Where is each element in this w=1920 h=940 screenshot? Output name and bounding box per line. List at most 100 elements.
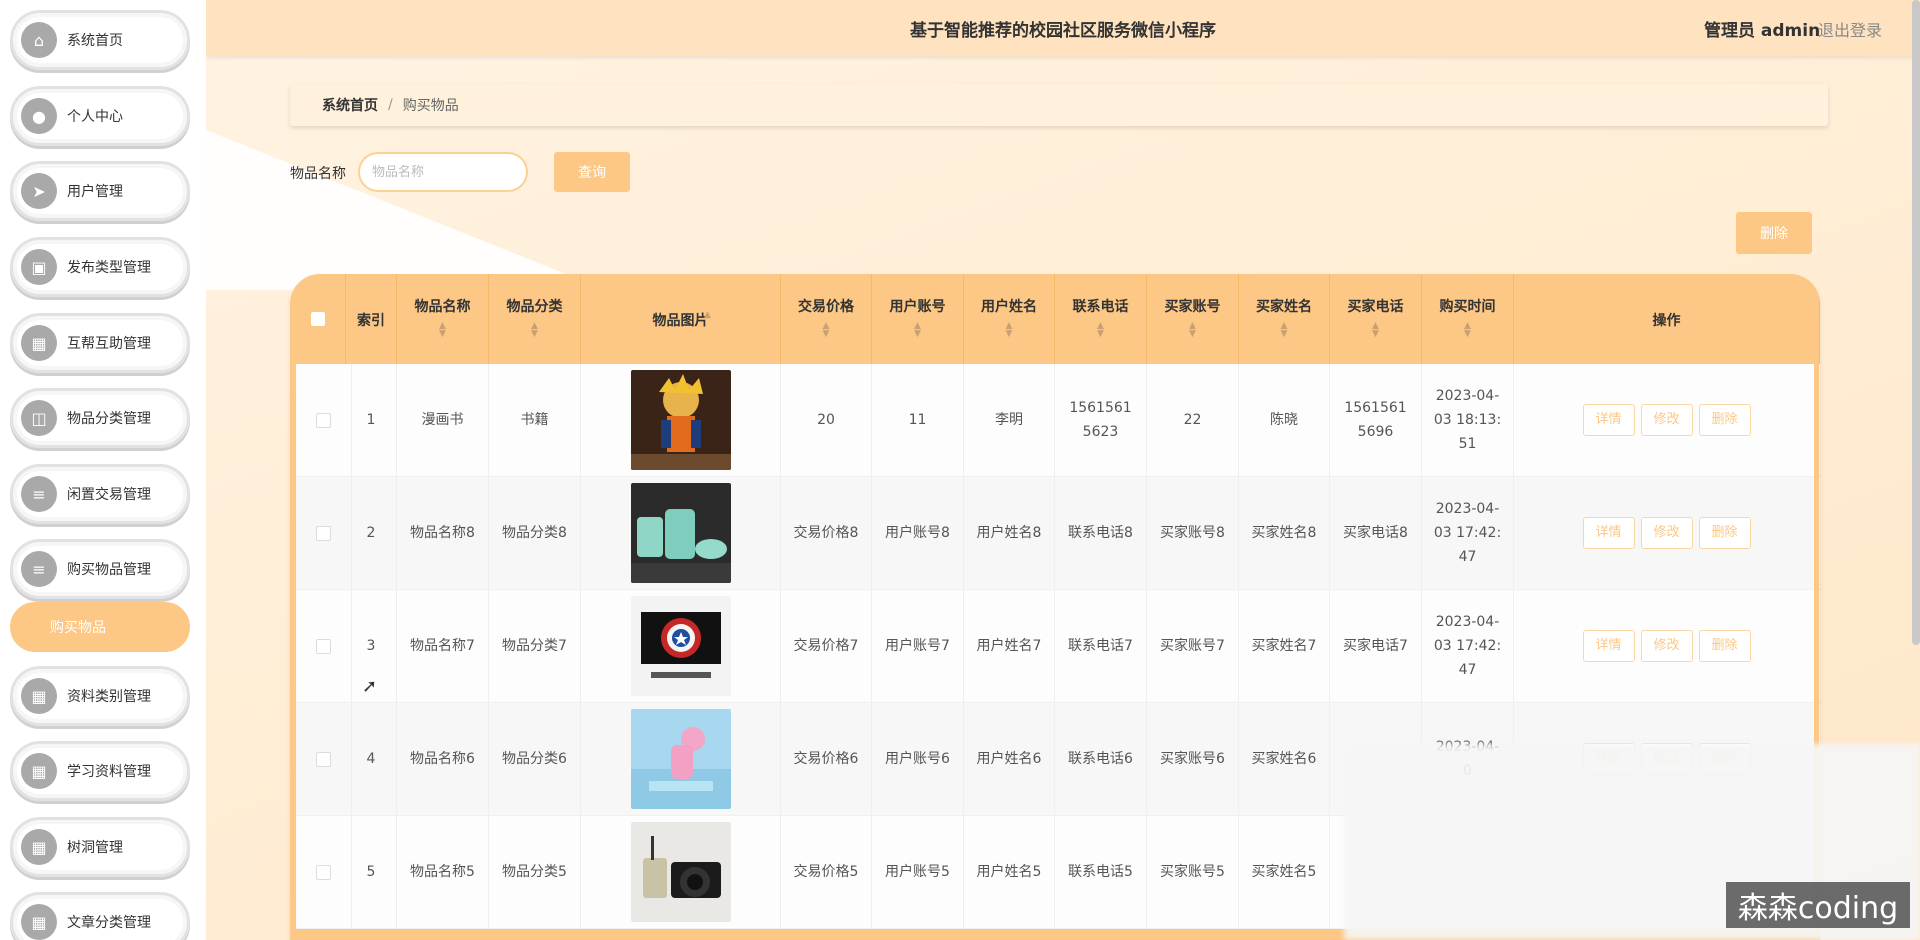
delete-button[interactable]: 删除 (1698, 517, 1751, 549)
column-header-label: 购买时间 (1439, 299, 1496, 315)
row-checkbox[interactable] (316, 751, 331, 767)
row-checkbox[interactable] (316, 638, 331, 654)
breadcrumb: 系统首页 / 购买物品 (290, 84, 1828, 126)
cell-text: 交易价格5 (793, 864, 859, 880)
sidebar-item-3[interactable]: ▣ 发布类型管理 (10, 237, 190, 297)
row-checkbox[interactable] (316, 412, 331, 428)
edit-button[interactable]: 修改 (1640, 517, 1693, 549)
cell-text: 3 (366, 638, 376, 654)
cell-text: 买家账号6 (1160, 751, 1225, 767)
cell-account: 用户账号7 (872, 590, 964, 702)
column-header-label: 操作 (1652, 313, 1681, 329)
sidebar-item-5[interactable]: ◫ 物品分类管理 (10, 388, 190, 448)
item-image-cell (581, 477, 781, 589)
cell-text: 5 (366, 864, 376, 880)
column-header: 物品名称 ▲ ▼ (397, 274, 489, 364)
cell-index: 1 (346, 364, 397, 476)
sidebar-item-9[interactable]: ▦ 资料类别管理 (10, 666, 190, 726)
cell-text: 20 (817, 412, 835, 428)
item-image-cell (581, 816, 781, 928)
sort-icon[interactable]: ▲ ▼ (397, 322, 488, 339)
cell-text: 联系电话6 (1068, 751, 1133, 767)
cell-price: 交易价格6 (781, 703, 872, 815)
cell-text: 物品名称8 (410, 525, 475, 541)
logout-link[interactable]: 退出登录 (1818, 17, 1882, 41)
sort-icon[interactable]: ▲ ▼ (781, 322, 871, 339)
select-all-header[interactable] (290, 274, 346, 364)
cell-text: 买家电话7 (1343, 638, 1408, 654)
cell-buyer-phone: 15615615696 (1330, 364, 1422, 476)
sidebar-item-2[interactable]: ➤ 用户管理 (10, 161, 190, 221)
column-header: 用户姓名 ▲ ▼ (964, 274, 1055, 364)
app-title: 基于智能推荐的校园社区服务微信小程序 (910, 21, 1216, 41)
sort-icon[interactable]: ▲ ▼ (964, 322, 1054, 339)
sidebar-item-1[interactable]: ● 个人中心 (10, 86, 190, 146)
cell-buyer-account: 买家账号5 (1147, 816, 1239, 928)
sort-icon[interactable]: ▲ ▼ (1239, 322, 1329, 339)
cell-text: 4 (366, 751, 376, 767)
sidebar-item-8[interactable]: 购买物品 (10, 602, 190, 652)
sidebar-item-6[interactable]: ≡ 闲置交易管理 (10, 464, 190, 524)
cell-buyer-name: 买家姓名6 (1239, 703, 1330, 815)
sidebar-item-0[interactable]: ⌂ 系统首页 (10, 10, 190, 70)
cell-phone: 联系电话6 (1055, 703, 1147, 815)
sort-icon[interactable]: ▲ ▼ (1147, 322, 1238, 339)
sidebar-item-7[interactable]: ≡ 购买物品管理 (10, 539, 190, 599)
breadcrumb-home[interactable]: 系统首页 (322, 95, 378, 115)
cell-text: 用户姓名8 (976, 525, 1042, 541)
batch-delete-button[interactable]: 删除 (1736, 212, 1812, 254)
cell-text: 买家账号7 (1160, 638, 1225, 654)
cell-phone: 联系电话8 (1055, 477, 1147, 589)
sidebar-item-label: 闲置交易管理 (67, 487, 151, 503)
sidebar-item-11[interactable]: ▦ 树洞管理 (10, 817, 190, 877)
cell-price: 交易价格5 (781, 816, 872, 928)
sort-icon[interactable]: ▲ ▼ (1422, 322, 1513, 339)
top-bar: 基于智能推荐的校园社区服务微信小程序 管理员 admin 退出登录 (206, 0, 1920, 56)
cell-text: 买家姓名7 (1251, 638, 1317, 654)
cell-account: 用户账号8 (872, 477, 964, 589)
column-header-label: 物品图片 (652, 313, 709, 329)
sort-icon[interactable]: ▲ ▼ (872, 322, 963, 339)
sidebar-item-label: 互帮互助管理 (67, 336, 151, 352)
sort-icon[interactable]: ▲ ▼ (1330, 322, 1421, 339)
row-select-cell (296, 364, 352, 476)
cell-category: 物品分类6 (489, 703, 581, 815)
send-icon: ➤ (21, 173, 57, 209)
query-button[interactable]: 查询 (554, 152, 630, 192)
detail-button[interactable]: 详情 (1582, 404, 1635, 436)
cell-text: 用户姓名6 (976, 751, 1042, 767)
row-checkbox[interactable] (316, 525, 331, 541)
sidebar-item-10[interactable]: ▦ 学习资料管理 (10, 741, 190, 801)
delete-button[interactable]: 删除 (1698, 404, 1751, 436)
cell-text: 陈晓 (1270, 412, 1298, 428)
cell-name: 物品名称8 (397, 477, 489, 589)
sort-icon[interactable]: ▲ (704, 310, 711, 320)
cell-buyer-name: 买家姓名8 (1239, 477, 1330, 589)
cell-text: 2023-04-03 18:13:51 (1433, 388, 1502, 452)
sort-icon[interactable]: ▲ ▼ (1055, 322, 1146, 339)
sidebar-item-12[interactable]: ▦ 文章分类管理 (10, 892, 190, 940)
page-scrollbar[interactable] (1912, 0, 1920, 645)
cell-text: 漫画书 (421, 412, 464, 428)
delete-button[interactable]: 删除 (1698, 630, 1751, 662)
edit-button[interactable]: 修改 (1640, 630, 1693, 662)
item-name-search-input[interactable] (358, 152, 528, 192)
item-image-cell (581, 364, 781, 476)
detail-button[interactable]: 详情 (1582, 517, 1635, 549)
cell-text: 买家账号8 (1160, 525, 1225, 541)
cell-account: 用户账号6 (872, 703, 964, 815)
cell-text: 交易价格7 (793, 638, 859, 654)
detail-button[interactable]: 详情 (1582, 630, 1635, 662)
row-checkbox[interactable] (316, 864, 331, 880)
select-all-checkbox[interactable] (310, 312, 325, 326)
sidebar-item-4[interactable]: ▦ 互帮互助管理 (10, 313, 190, 373)
column-header: 操作 (1514, 274, 1820, 364)
cell-category: 书籍 (489, 364, 581, 476)
sidebar-item-label: 物品分类管理 (67, 411, 151, 427)
column-header-label: 物品分类 (506, 299, 563, 315)
cell-time: 2023-04-03 17:42:47 (1422, 477, 1514, 589)
sort-icon[interactable]: ▲ ▼ (489, 322, 580, 339)
cell-text: 用户账号7 (885, 638, 950, 654)
edit-button[interactable]: 修改 (1640, 404, 1693, 436)
list-icon: ≡ (21, 476, 57, 512)
